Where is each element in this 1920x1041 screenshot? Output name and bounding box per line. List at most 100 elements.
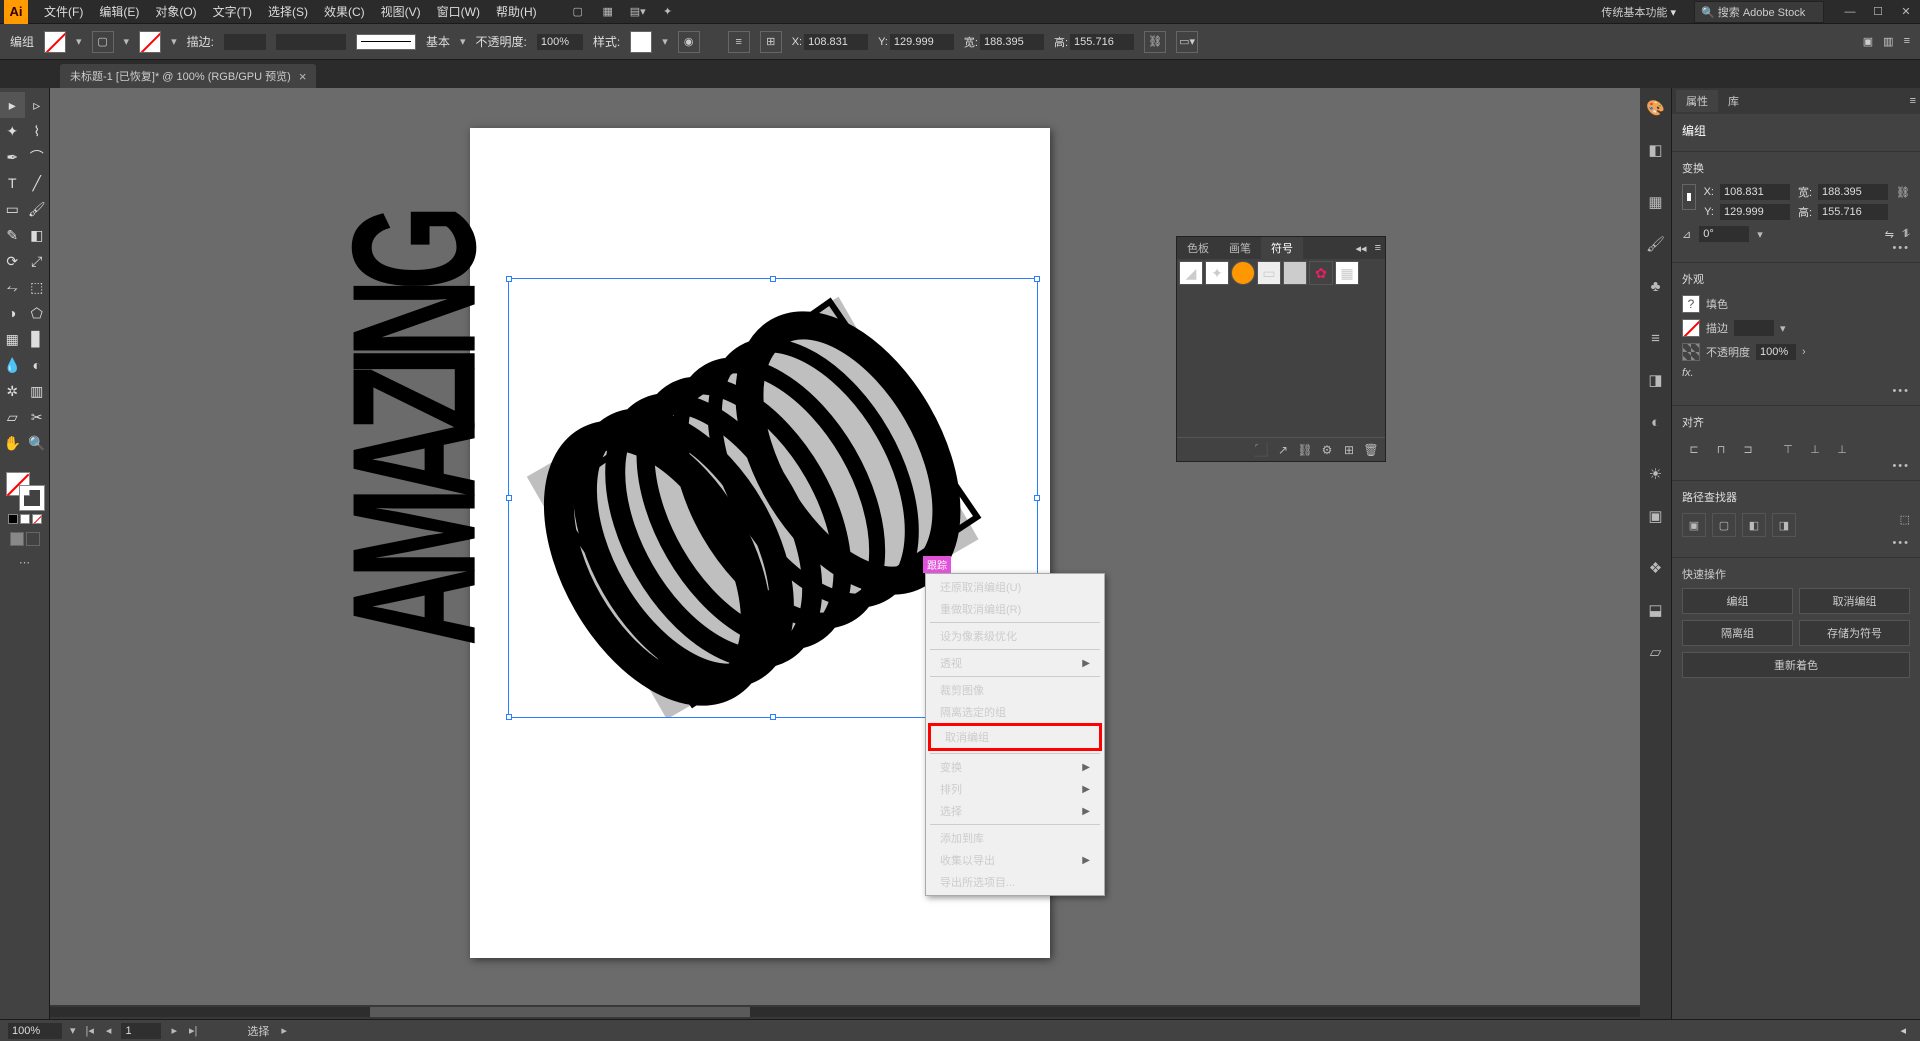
- line-tool[interactable]: ╱: [25, 170, 50, 196]
- sel-handle-tr[interactable]: [1034, 276, 1040, 282]
- qa-isolate-button[interactable]: 隔离组: [1682, 620, 1793, 646]
- menu-window[interactable]: 窗口(W): [429, 3, 488, 20]
- menu-edit[interactable]: 编辑(E): [91, 3, 147, 20]
- menu-help[interactable]: 帮助(H): [488, 3, 545, 20]
- fill-proxy[interactable]: [139, 31, 161, 53]
- context-menu-item[interactable]: 收集以导出▶: [926, 849, 1104, 871]
- status-dropdown-icon[interactable]: ▸: [281, 1024, 287, 1037]
- screen-mode-full[interactable]: [26, 532, 40, 546]
- transform-ref-icon[interactable]: ⊞: [760, 31, 782, 53]
- transparency-panel-icon[interactable]: ◐: [1644, 410, 1668, 434]
- edit-icon[interactable]: ▥: [1883, 35, 1893, 48]
- sym-options-icon[interactable]: ⚙: [1319, 442, 1335, 458]
- reference-point-icon[interactable]: [1682, 184, 1696, 210]
- prop-y-input[interactable]: [1720, 204, 1790, 220]
- pf-expand-icon[interactable]: ⬚: [1900, 513, 1910, 537]
- sym-library-icon[interactable]: ⬛: [1253, 442, 1269, 458]
- align-right-icon[interactable]: ⊐: [1736, 438, 1760, 460]
- shape-builder-tool[interactable]: ◑: [0, 300, 25, 326]
- minimize-button[interactable]: —: [1840, 2, 1860, 22]
- slice-tool[interactable]: ✂: [25, 404, 50, 430]
- doc-icon[interactable]: ▢: [569, 3, 587, 21]
- color-panel-icon[interactable]: 🎨: [1644, 96, 1668, 120]
- transform-more-icon[interactable]: •••: [1682, 242, 1910, 254]
- curvature-tool[interactable]: ⌒: [25, 144, 50, 170]
- context-menu-item[interactable]: 添加到库: [926, 827, 1104, 849]
- symbol-item[interactable]: ◢: [1179, 261, 1203, 285]
- sym-delete-icon[interactable]: 🗑: [1363, 442, 1379, 458]
- pf-intersect-icon[interactable]: ◧: [1742, 513, 1766, 537]
- default-fill-black[interactable]: [8, 514, 18, 524]
- constrain-icon[interactable]: ⛓: [1144, 31, 1166, 53]
- arrange-icon[interactable]: ▤▾: [629, 3, 647, 21]
- lasso-tool[interactable]: ⌇: [25, 118, 50, 144]
- sym-tab-symbols[interactable]: 符号: [1261, 237, 1303, 259]
- type-tool[interactable]: T: [0, 170, 25, 196]
- menu-type[interactable]: 文字(T): [205, 3, 260, 20]
- appear-stroke-swatch[interactable]: [1682, 319, 1700, 337]
- align-top-icon[interactable]: ⊤: [1776, 438, 1800, 460]
- edit-toolbar-icon[interactable]: ⋯: [19, 556, 30, 569]
- gpu-icon[interactable]: ✦: [659, 3, 677, 21]
- blend-tool[interactable]: ◐: [25, 352, 50, 378]
- sym-tab-swatches[interactable]: 色板: [1177, 237, 1219, 259]
- layers-panel-icon[interactable]: ❖: [1644, 556, 1668, 580]
- sym-tab-brushes[interactable]: 画笔: [1219, 237, 1261, 259]
- context-menu-item[interactable]: 设为像素级优化: [926, 625, 1104, 647]
- qa-recolor-button[interactable]: 重新着色: [1682, 652, 1910, 678]
- brush-definition[interactable]: [356, 34, 416, 50]
- align-hcenter-icon[interactable]: ⊓: [1709, 438, 1733, 460]
- stroke-swatch[interactable]: [20, 486, 44, 510]
- rotate-tool[interactable]: ⟳: [0, 248, 25, 274]
- stroke-swatch[interactable]: ▢: [92, 31, 114, 53]
- symbol-item[interactable]: [1231, 261, 1255, 285]
- prop-h-input[interactable]: [1818, 204, 1888, 220]
- appear-opacity-input[interactable]: [1756, 344, 1796, 360]
- graphic-style[interactable]: [630, 31, 652, 53]
- menu-object[interactable]: 对象(O): [147, 3, 204, 20]
- context-menu-item[interactable]: 变换▶: [926, 756, 1104, 778]
- eyedropper-tool[interactable]: 💧: [0, 352, 25, 378]
- context-menu-item[interactable]: 重做取消编组(R): [926, 598, 1104, 620]
- y-input[interactable]: [890, 34, 954, 50]
- document-tab[interactable]: 未标题-1 [已恢复]* @ 100% (RGB/GPU 预览) ×: [60, 64, 316, 88]
- default-fill-white[interactable]: [20, 514, 30, 524]
- artboard-tool[interactable]: ▱: [0, 404, 25, 430]
- gradient-tool[interactable]: ▊: [25, 326, 50, 352]
- workspace-switcher[interactable]: 传统基本功能 ▾: [1591, 2, 1686, 22]
- panel-menu-icon[interactable]: ≡: [1910, 95, 1916, 107]
- screen-mode-normal[interactable]: [10, 532, 24, 546]
- artboard-first-icon[interactable]: |◂: [84, 1024, 96, 1037]
- paintbrush-tool[interactable]: 🖌: [25, 196, 50, 222]
- pf-exclude-icon[interactable]: ◨: [1772, 513, 1796, 537]
- sel-handle-mr[interactable]: [1034, 495, 1040, 501]
- stroke-weight-input[interactable]: [224, 34, 266, 50]
- context-menu-item[interactable]: 隔离选定的组: [926, 701, 1104, 723]
- tab-properties[interactable]: 属性: [1676, 90, 1718, 112]
- sym-place-icon[interactable]: ↗: [1275, 442, 1291, 458]
- appear-stroke-weight[interactable]: [1734, 320, 1774, 336]
- magic-wand-tool[interactable]: ✦: [0, 118, 25, 144]
- appearance-more-icon[interactable]: •••: [1682, 385, 1910, 397]
- document-tab-close[interactable]: ×: [299, 69, 307, 84]
- gradient-panel-icon[interactable]: ◨: [1644, 368, 1668, 392]
- sym-panel-menu-icon[interactable]: ≡: [1371, 242, 1385, 254]
- opacity-input[interactable]: [537, 34, 583, 50]
- scale-tool[interactable]: ⤢: [25, 248, 50, 274]
- pf-unite-icon[interactable]: ▣: [1682, 513, 1706, 537]
- shaper-tool[interactable]: ✎: [0, 222, 25, 248]
- prop-w-input[interactable]: [1818, 184, 1888, 200]
- close-button[interactable]: ✕: [1896, 2, 1916, 22]
- variable-width-input[interactable]: [276, 34, 346, 50]
- menu-view[interactable]: 视图(V): [373, 3, 429, 20]
- artboard-prev-icon[interactable]: ◂: [104, 1024, 114, 1037]
- align-icon[interactable]: ≡: [728, 31, 750, 53]
- symbol-item[interactable]: ▦: [1335, 261, 1359, 285]
- tab-libraries[interactable]: 库: [1718, 90, 1749, 112]
- context-menu-item[interactable]: 还原取消编组(U): [926, 576, 1104, 598]
- menu-effect[interactable]: 效果(C): [316, 3, 373, 20]
- panel-collapse-icon[interactable]: ◂: [1894, 1024, 1912, 1037]
- flip-h-icon[interactable]: ⇋: [1885, 228, 1894, 241]
- hamburger-icon[interactable]: ≡: [1904, 35, 1910, 48]
- pf-minus-icon[interactable]: ▢: [1712, 513, 1736, 537]
